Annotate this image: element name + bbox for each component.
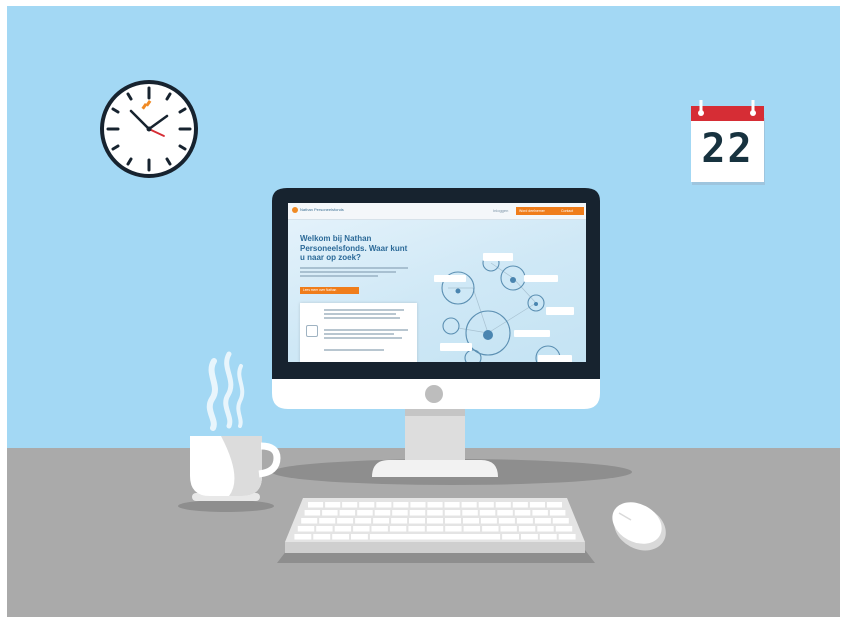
wall-clock-icon: [100, 80, 198, 178]
keyboard-key: [355, 518, 372, 524]
keyboard-key: [339, 510, 356, 516]
keyboard-key: [444, 510, 461, 516]
network-label: [440, 343, 472, 351]
keyboard-key: [463, 518, 479, 524]
info-card: [300, 303, 417, 362]
keyboard-key: [376, 502, 392, 508]
keyboard-key: [304, 510, 321, 516]
steam-icon: [206, 351, 245, 431]
keyboard-key: [374, 510, 391, 516]
keyboard-key: [480, 518, 497, 524]
login-link[interactable]: Inloggen: [493, 208, 508, 213]
keyboard-key: [521, 534, 538, 540]
keyboard-key: [463, 526, 480, 532]
keyboard-key: [479, 510, 496, 516]
coffee-cup-icon: [178, 436, 281, 512]
keyboard-key: [462, 510, 478, 516]
keyboard-key: [393, 502, 409, 508]
keyboard-key: [497, 510, 513, 516]
keyboard-key: [391, 518, 408, 524]
keyboard-key: [409, 518, 425, 524]
keyboard-key: [408, 526, 425, 532]
calendar-day: 22: [701, 126, 754, 172]
network-label: [514, 330, 550, 337]
website-headline: Welkom bij Nathan Personeelsfonds. Waar …: [300, 234, 408, 262]
keyboard-spacebar: [369, 534, 501, 540]
keyboard-icon: [277, 498, 595, 563]
keyboard-key: [373, 518, 390, 524]
keyboard-key: [351, 534, 368, 540]
keyboard-key: [316, 526, 333, 532]
keyboard-key: [342, 502, 358, 508]
keyboard-key: [319, 518, 336, 524]
keyboard-key: [297, 526, 315, 532]
cta-button[interactable]: Lees meer over Nathan: [300, 287, 359, 294]
keyboard-key: [392, 510, 408, 516]
keyboard-key: [308, 502, 324, 508]
keyboard-key: [546, 502, 562, 508]
keyboard-key: [558, 534, 576, 540]
keyboard-key: [500, 526, 517, 532]
keyboard-key: [313, 534, 331, 540]
keyboard-key: [301, 518, 318, 524]
keyboard-key: [337, 518, 354, 524]
keyboard-key: [534, 518, 551, 524]
keyboard-key: [427, 518, 443, 524]
keyboard-key: [461, 502, 477, 508]
network-label: [434, 275, 466, 282]
keyboard-key: [529, 502, 545, 508]
network-label: [546, 307, 574, 315]
keyboard-key: [410, 502, 426, 508]
keyboard-key: [502, 534, 519, 540]
keyboard-key: [514, 510, 531, 516]
website-header: Nathan Personeelsfonds Inloggen Word dee…: [288, 203, 586, 220]
intro-text-line: [300, 275, 378, 277]
power-button-icon: [425, 385, 443, 403]
keyboard-key: [478, 502, 494, 508]
keyboard-key: [294, 534, 312, 540]
keyboard-key: [495, 502, 511, 508]
intro-text-line: [300, 271, 396, 273]
keyboard-key: [427, 502, 443, 508]
monitor-base: [372, 460, 498, 477]
keyboard-key: [426, 526, 444, 532]
keyboard-key: [537, 526, 554, 532]
keyboard-key: [371, 526, 388, 532]
keyboard-key: [332, 534, 350, 540]
keyboard-key: [532, 510, 548, 516]
keyboard-key: [512, 502, 528, 508]
keyboard-key: [444, 502, 460, 508]
network-label: [483, 253, 513, 261]
keyboard-key: [427, 510, 443, 516]
keyboard-key: [359, 502, 375, 508]
network-label: [538, 355, 572, 362]
keyboard-key: [516, 518, 533, 524]
intro-text-line: [300, 267, 408, 269]
mouse-icon: [612, 502, 666, 551]
card-icon: [306, 325, 318, 337]
keyboard-key: [549, 510, 566, 516]
monitor-screen: Nathan Personeelsfonds Inloggen Word dee…: [288, 203, 586, 362]
header-button-contact[interactable]: Contact: [558, 207, 584, 215]
network-label: [524, 275, 558, 282]
keyboard-key: [409, 510, 426, 516]
keyboard-key: [539, 534, 557, 540]
keyboard-key: [322, 510, 338, 516]
keyboard-key: [353, 526, 370, 532]
keyboard-key: [325, 502, 341, 508]
website-brand: Nathan Personeelsfonds: [300, 207, 344, 212]
keyboard-key: [445, 526, 462, 532]
keyboard-key: [555, 526, 573, 532]
keyboard-key: [445, 518, 461, 524]
keyboard-key: [334, 526, 352, 532]
logo-icon: [292, 207, 298, 213]
header-button-join[interactable]: Word deelnemer: [516, 207, 558, 215]
keyboard-key: [482, 526, 499, 532]
keyboard-key: [518, 526, 536, 532]
keyboard-key: [357, 510, 373, 516]
keyboard-key: [552, 518, 569, 524]
keyboard-key: [498, 518, 515, 524]
keyboard-key: [389, 526, 407, 532]
desk-scene: 22 Nathan Personeelsfonds Inloggen Word …: [7, 6, 840, 617]
